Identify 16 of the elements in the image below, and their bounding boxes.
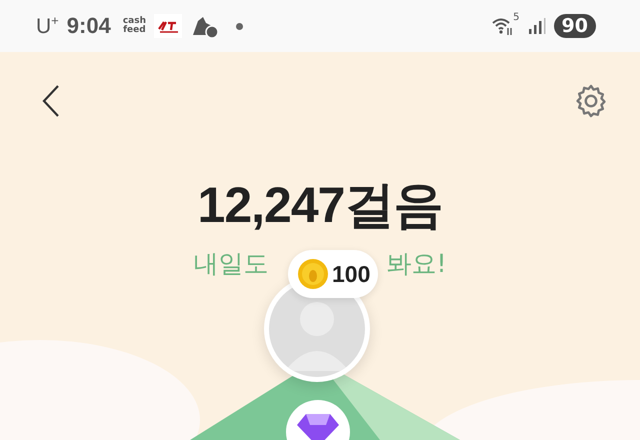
network-type: 5 (513, 12, 520, 23)
back-icon[interactable] (40, 83, 62, 119)
notification-dot (236, 22, 243, 30)
reward-amount: 100 (332, 260, 370, 288)
carrier-name: U$^{+}$ (36, 13, 59, 39)
clock-time: 9:04 (66, 13, 111, 39)
coin-icon (296, 257, 330, 291)
battery-level: 90 (554, 14, 596, 38)
reward-bubble[interactable]: 100 (288, 250, 378, 298)
app-logo-icon (154, 14, 182, 38)
signal-icon (528, 17, 546, 35)
gem-icon (296, 412, 340, 440)
subtitle-text: 봐요! (386, 248, 447, 280)
step-count: 12,247걸음 (196, 176, 444, 235)
subtitle-text: 내일도 (193, 248, 268, 280)
app-logo: cash feed (122, 17, 146, 35)
